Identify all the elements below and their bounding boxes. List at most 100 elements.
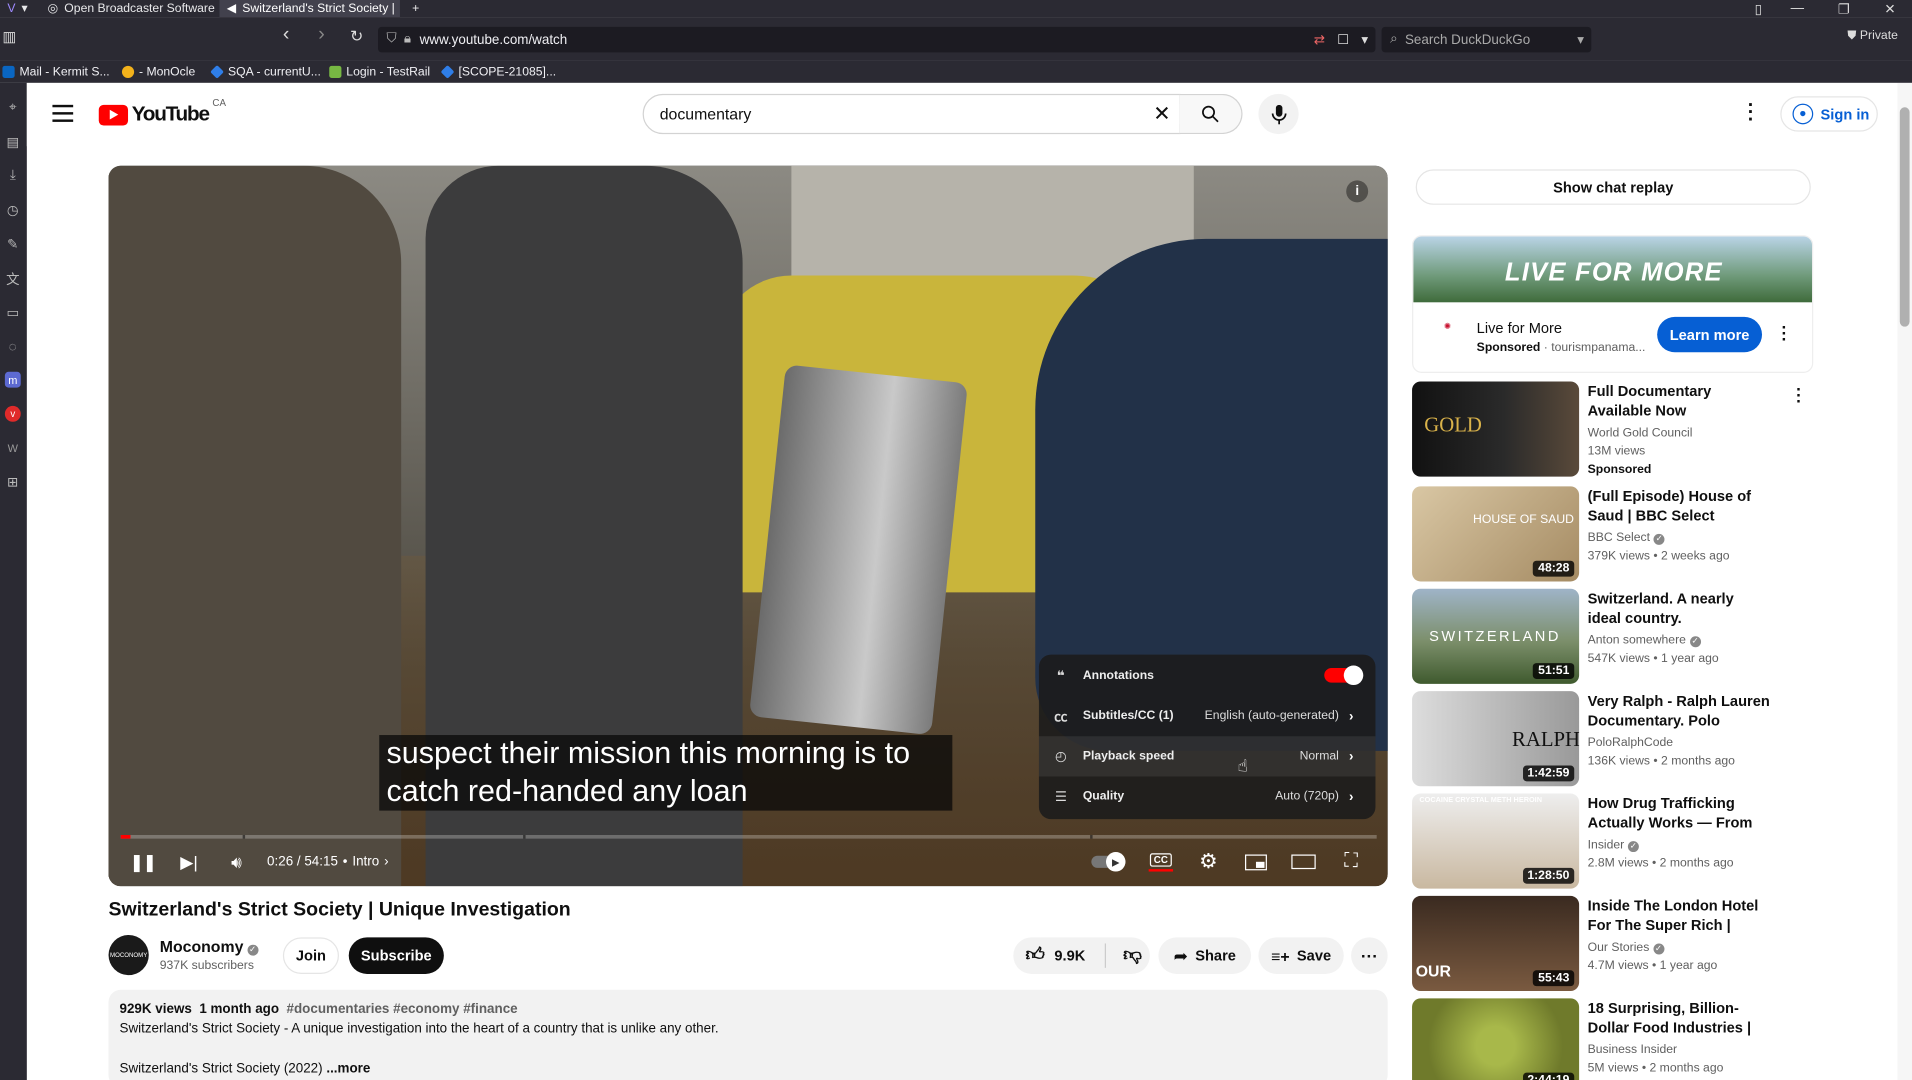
chat-icon[interactable]: ◌: [5, 339, 21, 355]
settings-gear-icon[interactable]: ⚙: [1195, 844, 1222, 881]
video-title[interactable]: 18 Surprising, Billion-Dollar Food Indus…: [1588, 998, 1771, 1038]
video-title[interactable]: Switzerland. A nearly ideal country.: [1588, 589, 1771, 629]
scrollbar-thumb[interactable]: [1899, 107, 1910, 327]
channel-name[interactable]: BBC Select ✓: [1588, 531, 1665, 545]
translate-icon[interactable]: 文: [5, 271, 21, 287]
bookmark-testrail[interactable]: Login - TestRail: [329, 61, 430, 83]
video-thumbnail[interactable]: SWITZERLAND 51:51: [1412, 588, 1580, 684]
vivaldi-icon[interactable]: v: [4, 405, 21, 422]
info-icon[interactable]: i: [1346, 180, 1369, 203]
tab-youtube[interactable]: ◀ Switzerland's Strict Society |: [219, 0, 400, 18]
recommended-video[interactable]: HOUSE OF SAUD 48:28 (Full Episode) House o…: [1412, 486, 1814, 584]
recommended-video[interactable]: SWITZERLAND 51:51 Switzerland. A nearly id…: [1412, 588, 1814, 687]
like-count[interactable]: 9.9K: [1054, 947, 1085, 964]
tab-obs[interactable]: ◎ Open Broadcaster Software: [40, 0, 217, 17]
bookmark-mail[interactable]: Mail - Kermit S...: [2, 61, 110, 83]
video-thumbnail[interactable]: OUR 55:43: [1412, 895, 1580, 992]
settings-annotations[interactable]: ❝ Annotations: [1039, 656, 1376, 696]
like-icon[interactable]: 👍︎: [1026, 945, 1045, 967]
ad-more-icon[interactable]: · · ·: [1782, 318, 1788, 347]
reading-list-icon[interactable]: ▤: [5, 134, 21, 150]
channel-name[interactable]: Moconomy ✓: [160, 937, 259, 956]
video-title[interactable]: Full Documentary Available Now: [1588, 382, 1771, 422]
browser-menu-button[interactable]: V ▾: [0, 0, 37, 17]
minimize-button[interactable]: —: [1775, 0, 1819, 17]
join-button[interactable]: Join: [282, 937, 339, 974]
description-box[interactable]: 929K views 1 month ago #documentaries #e…: [108, 989, 1388, 1080]
annotations-toggle[interactable]: [1324, 665, 1364, 686]
video-thumbnail[interactable]: 2:44:19: [1412, 998, 1580, 1080]
subtitles-button[interactable]: CC: [1147, 844, 1174, 881]
bookmark-icon[interactable]: ☐: [1337, 32, 1349, 48]
channel-name[interactable]: PoloRalphCode: [1588, 736, 1673, 749]
video-title[interactable]: How Drug Trafficking Actually Works — Fr…: [1588, 794, 1771, 834]
window-icon[interactable]: ▭: [5, 305, 21, 321]
search-engine-box[interactable]: ⌕ Search DuckDuckGo ▾: [1381, 26, 1592, 53]
channel-name[interactable]: World Gold Council: [1588, 427, 1693, 440]
settings-subtitles[interactable]: ㏄ Subtitles/CC (1) English (auto-generat…: [1039, 696, 1376, 736]
channel-avatar[interactable]: MOCONOMY: [108, 934, 149, 976]
settings-quality[interactable]: ☰ Quality Auto (720p) ›: [1039, 776, 1376, 816]
download-icon[interactable]: ⤓: [5, 168, 21, 184]
hashtags[interactable]: #documentaries #economy #finance: [287, 1002, 518, 1017]
bookmark-scope[interactable]: [SCOPE-21085]...: [440, 61, 556, 83]
more-options-icon[interactable]: · · ·: [1744, 96, 1759, 130]
video-thumbnail[interactable]: RALPH 1:42:59: [1412, 691, 1580, 787]
maximize-button[interactable]: ❐: [1822, 0, 1866, 17]
url-bar[interactable]: ⛉ 🔒︎ www.youtube.com/watch ⇄ ☐ ▾: [378, 26, 1376, 53]
dislike-icon[interactable]: 👎︎: [1123, 945, 1142, 967]
history-icon[interactable]: ◷: [5, 202, 21, 219]
search-button[interactable]: [1179, 93, 1243, 135]
recommended-video[interactable]: OUR 55:43 Inside The London Hotel For The …: [1412, 895, 1814, 994]
search-input[interactable]: documentary ✕: [642, 93, 1181, 135]
miniplayer-icon[interactable]: [1243, 844, 1270, 881]
channel-name[interactable]: Anton somewhere ✓: [1588, 634, 1701, 648]
next-button[interactable]: ▶|: [177, 844, 201, 881]
theater-mode-icon[interactable]: [1290, 844, 1317, 881]
voice-search-button[interactable]: [1258, 93, 1299, 135]
bookmarks-icon[interactable]: ⌖: [5, 100, 21, 116]
fullscreen-icon[interactable]: ⛶: [1338, 844, 1365, 881]
new-tab-button[interactable]: +: [405, 0, 429, 17]
save-button[interactable]: ≡+ Save: [1258, 937, 1344, 974]
hamburger-menu-icon[interactable]: [52, 104, 74, 122]
subscribe-button[interactable]: Subscribe: [348, 937, 444, 974]
channel-name[interactable]: Business Insider: [1588, 1043, 1677, 1056]
share-button[interactable]: ➦ Share: [1158, 937, 1252, 974]
translate-icon[interactable]: ⇄: [1314, 32, 1325, 48]
tab-list-icon[interactable]: ▯: [1736, 0, 1780, 17]
video-thumbnail[interactable]: COCAINE CRYSTAL METH HEROIN 1:28:50: [1412, 793, 1580, 889]
page-scrollbar[interactable]: [1897, 82, 1912, 1080]
wikipedia-icon[interactable]: W: [5, 440, 21, 456]
ad-card[interactable]: LIVE FOR MORE ✺ Live for More Sponsored …: [1412, 235, 1814, 374]
reload-button[interactable]: ↻: [350, 27, 363, 47]
youtube-logo[interactable]: YouTube CA: [98, 98, 226, 126]
video-title[interactable]: (Full Episode) House of Saud | BBC Selec…: [1588, 486, 1771, 526]
pause-button[interactable]: ❚❚: [130, 844, 157, 881]
sidebar-toggle-icon[interactable]: ▥: [2, 28, 19, 45]
video-thumbnail[interactable]: GOLD: [1412, 381, 1580, 477]
add-panel-icon[interactable]: ⊞: [5, 474, 21, 490]
chapter-label[interactable]: Intro: [352, 854, 379, 869]
video-title[interactable]: Very Ralph - Ralph Lauren Documentary. P…: [1588, 691, 1771, 731]
video-thumbnail[interactable]: HOUSE OF SAUD 48:28: [1412, 486, 1580, 582]
forward-button[interactable]: ›: [318, 24, 324, 46]
recommended-video[interactable]: COCAINE CRYSTAL METH HEROIN 1:28:50 How Dr…: [1412, 793, 1814, 892]
video-title[interactable]: Inside The London Hotel For The Super Ri…: [1588, 896, 1771, 936]
show-chat-replay-button[interactable]: Show chat replay: [1415, 169, 1811, 205]
video-more-icon[interactable]: · · ·: [1796, 380, 1802, 409]
channel-name[interactable]: Insider ✓: [1588, 839, 1639, 853]
sign-in-button[interactable]: ● Sign in: [1780, 96, 1878, 132]
bookmark-monocle[interactable]: - MonOcle: [121, 61, 195, 83]
close-window-button[interactable]: ✕: [1868, 0, 1912, 17]
recommended-video[interactable]: GOLD Full Documentary Available Now World …: [1412, 380, 1814, 480]
more-actions-button[interactable]: ···: [1351, 937, 1388, 974]
mastodon-icon[interactable]: m: [4, 371, 21, 388]
notes-icon[interactable]: ✎: [5, 236, 21, 253]
autoplay-toggle[interactable]: ▶: [1091, 844, 1126, 881]
show-more-link[interactable]: ...more: [326, 1062, 370, 1077]
volume-button[interactable]: 🔊︎: [224, 844, 248, 881]
learn-more-button[interactable]: Learn more: [1657, 316, 1763, 353]
recommended-video[interactable]: RALPH 1:42:59 Very Ralph - Ralph Lauren Do…: [1412, 691, 1814, 789]
clear-search-icon[interactable]: ✕: [1153, 102, 1170, 126]
